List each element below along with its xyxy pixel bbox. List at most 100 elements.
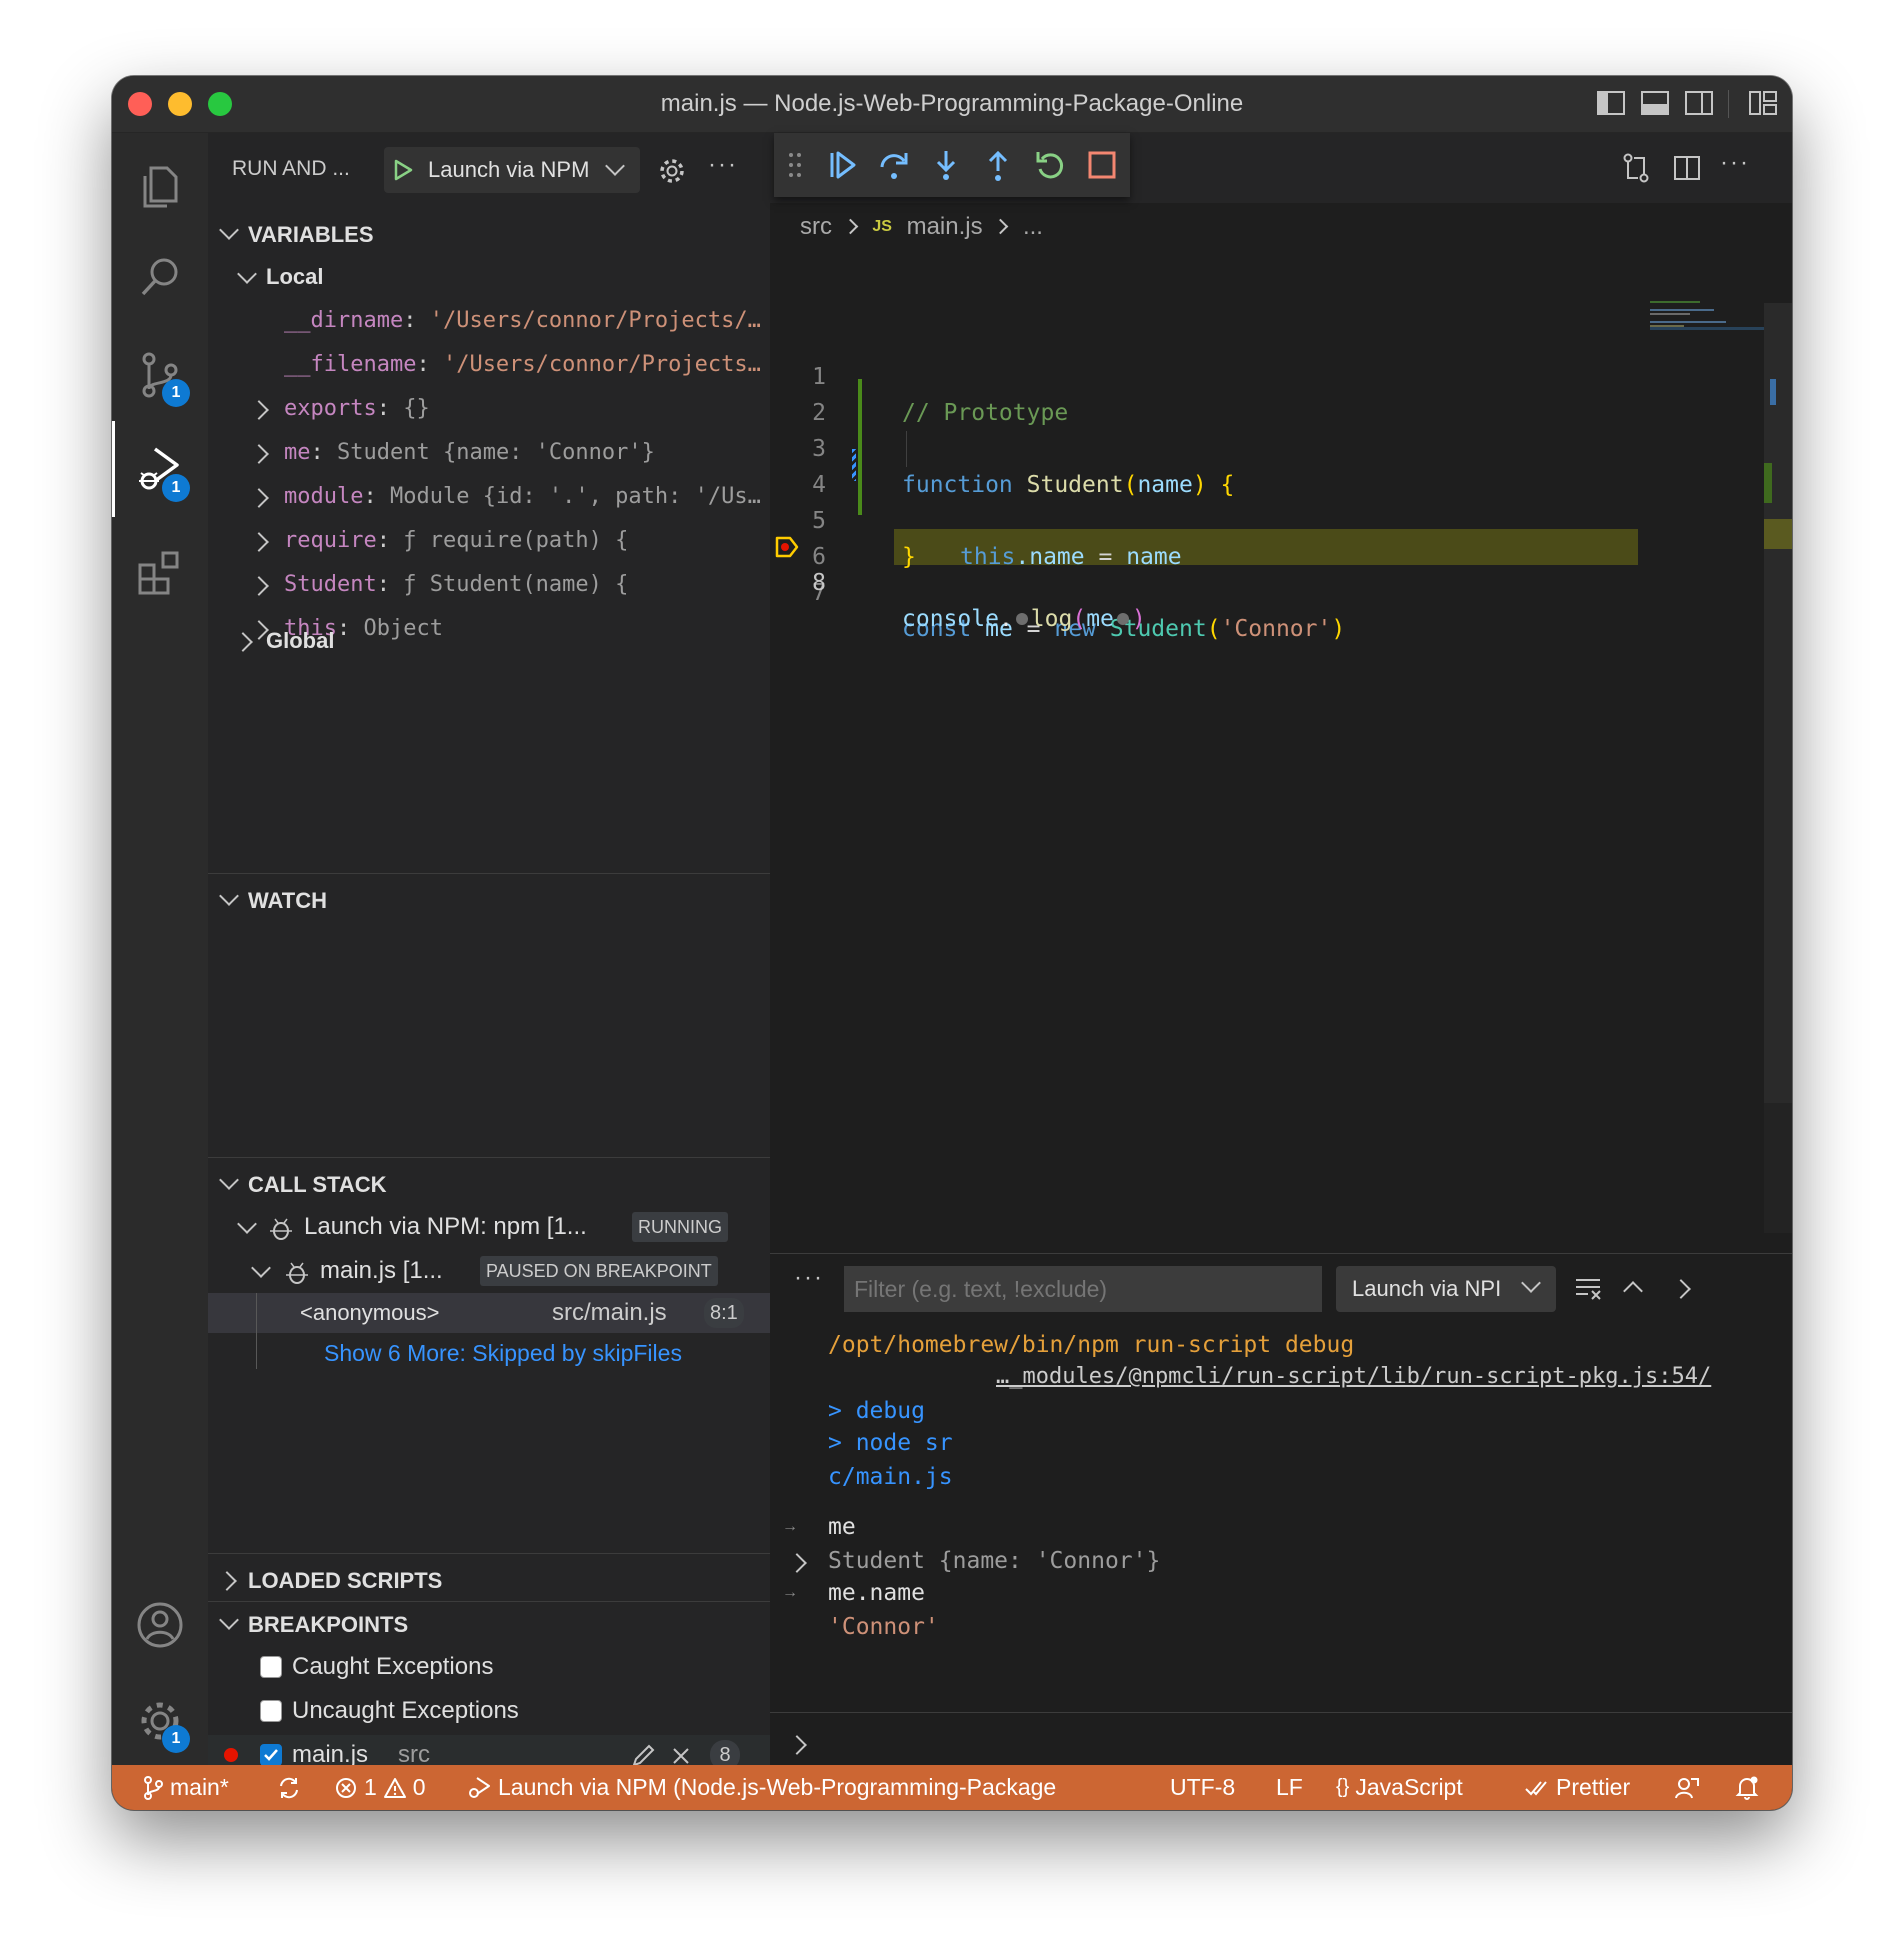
show-skipped-frames-link[interactable]: Show 6 More: Skipped by skipFiles xyxy=(324,1333,682,1373)
breakpoint-enabled-checkbox[interactable] xyxy=(260,1744,282,1766)
toggle-secondary-sidebar-icon[interactable] xyxy=(1684,90,1714,116)
skipped-frames-row[interactable]: Show 6 More: Skipped by skipFiles xyxy=(208,1333,770,1373)
more-panel-actions-icon[interactable] xyxy=(1671,1279,1691,1299)
editor-scrollbar[interactable] xyxy=(1764,303,1792,1233)
code-lines[interactable]: 1 // Prototype 2 3 function Student(name… xyxy=(770,133,1792,733)
thread-row[interactable]: main.js [1... PAUSED ON BREAKPOINT xyxy=(208,1251,770,1291)
clear-console-icon[interactable] xyxy=(1574,1276,1604,1302)
loaded-scripts-section-header[interactable]: LOADED SCRIPTS xyxy=(208,1559,770,1603)
stack-frame-file: src/main.js xyxy=(552,1299,667,1326)
run-and-debug-icon[interactable]: 1 xyxy=(128,438,192,502)
caught-exceptions-checkbox[interactable] xyxy=(260,1656,282,1678)
tree-guide xyxy=(256,1333,257,1369)
console-input-1: me xyxy=(828,1514,856,1540)
paren-token: ( xyxy=(1072,606,1087,632)
branch-status[interactable]: main* xyxy=(142,1765,229,1810)
stack-frame-name: <anonymous> xyxy=(300,1300,440,1325)
console-output-1[interactable]: Student {name: 'Connor'} xyxy=(828,1544,1160,1578)
eol-status[interactable]: LF xyxy=(1276,1765,1303,1810)
variable-separator: : xyxy=(416,352,443,377)
variable-value: '/Users/connor/Projects/… xyxy=(429,308,761,333)
scrollbar-thumb[interactable] xyxy=(1764,303,1792,1103)
toggle-primary-sidebar-icon[interactable] xyxy=(1596,90,1626,116)
debug-session-select[interactable]: Launch via NPI xyxy=(1336,1266,1556,1312)
stack-frame-row[interactable]: <anonymous> src/main.js 8:1 xyxy=(208,1293,770,1333)
manage-gear-icon[interactable]: 1 xyxy=(128,1689,192,1753)
console-input-2: me.name xyxy=(828,1580,925,1606)
divider xyxy=(208,873,770,874)
scope-global[interactable]: Global xyxy=(208,621,770,661)
scope-local[interactable]: Local xyxy=(208,257,770,297)
language-status[interactable]: {} JavaScript xyxy=(1336,1765,1463,1810)
launch-config-dropdown[interactable]: Launch via NPM xyxy=(384,147,640,193)
search-icon[interactable] xyxy=(128,245,192,309)
variable-row[interactable]: me: Student {name: 'Connor'} xyxy=(208,433,770,473)
variable-name: Student xyxy=(284,572,377,597)
maximize-panel-icon[interactable] xyxy=(1623,1281,1643,1301)
paren-token: ) xyxy=(1131,606,1146,632)
source-control-icon[interactable]: 1 xyxy=(128,343,192,407)
formatter-name: Prettier xyxy=(1556,1774,1631,1800)
console-source-link[interactable]: …_modules/@npmcli/run-script/lib/run-scr… xyxy=(996,1360,1711,1394)
customize-layout-icon[interactable] xyxy=(1748,90,1778,116)
titlebar-divider xyxy=(1728,90,1729,118)
chevron-down-icon xyxy=(219,1610,239,1630)
debug-session-row[interactable]: Launch via NPM: npm [1... RUNNING xyxy=(208,1207,770,1247)
caught-exceptions-row[interactable]: Caught Exceptions xyxy=(208,1647,770,1687)
panel-more-icon[interactable]: ··· xyxy=(794,1264,824,1292)
more-actions-icon[interactable]: ··· xyxy=(708,151,738,179)
console-repl-input[interactable] xyxy=(770,1714,1792,1766)
explorer-icon[interactable] xyxy=(128,155,192,219)
minimap[interactable] xyxy=(1650,301,1780,335)
notifications-bell-icon[interactable] xyxy=(1734,1775,1760,1801)
variable-row[interactable]: module: Module {id: '.', path: '/Us… xyxy=(208,477,770,517)
uncaught-exceptions-row[interactable]: Uncaught Exceptions xyxy=(208,1691,770,1731)
variable-name: module xyxy=(284,484,364,509)
variables-section-header[interactable]: VARIABLES xyxy=(208,213,770,257)
object-token: console xyxy=(902,606,999,632)
variable-separator: : xyxy=(363,484,390,509)
variable-name: __filename xyxy=(284,352,417,377)
extensions-icon[interactable] xyxy=(128,541,192,605)
variable-row[interactable]: require: ƒ require(path) { xyxy=(208,521,770,561)
breakpoints-title: BREAKPOINTS xyxy=(248,1612,409,1637)
debug-session-name: Launch via NPM (Node.js-Web-Programming-… xyxy=(498,1774,1057,1800)
expand-object-icon[interactable] xyxy=(787,1553,807,1573)
code-line-5: 5 } xyxy=(770,467,1792,570)
live-share-icon[interactable] xyxy=(1674,1775,1700,1801)
accounts-icon[interactable] xyxy=(128,1593,192,1657)
variable-row[interactable]: __filename: '/Users/connor/Projects… xyxy=(208,345,770,385)
chevron-right-icon xyxy=(249,444,269,464)
inline-breakpoint-dot-icon[interactable] xyxy=(1015,613,1028,625)
debug-session-status[interactable]: Launch via NPM (Node.js-Web-Programming-… xyxy=(466,1765,1056,1810)
call-stack-section-header[interactable]: CALL STACK xyxy=(208,1163,770,1207)
open-launch-json-gear-icon[interactable] xyxy=(658,157,686,185)
prettier-status[interactable]: Prettier xyxy=(1524,1765,1630,1810)
chevron-down-icon xyxy=(1521,1273,1541,1293)
inline-breakpoint-dot-icon[interactable] xyxy=(1116,613,1129,625)
editor-area: ··· src JS main.js ... 1 // Prototype 2 … xyxy=(770,133,1792,1253)
problems-status[interactable]: 1 0 xyxy=(334,1765,426,1810)
string-token: 'Connor' xyxy=(1220,616,1332,642)
remove-breakpoint-icon[interactable] xyxy=(670,1745,692,1767)
variable-row[interactable]: __dirname: '/Users/connor/Projects/… xyxy=(208,301,770,341)
encoding-status[interactable]: UTF-8 xyxy=(1170,1765,1235,1810)
variable-row[interactable]: exports: {} xyxy=(208,389,770,429)
console-output-node-cont: c/main.js xyxy=(828,1464,953,1490)
console-filter-input[interactable] xyxy=(844,1266,1322,1312)
uncaught-exceptions-checkbox[interactable] xyxy=(260,1700,282,1722)
stack-frame-position: 8:1 xyxy=(704,1298,744,1328)
watch-section-header[interactable]: WATCH xyxy=(208,879,770,923)
toggle-panel-icon[interactable] xyxy=(1640,90,1670,116)
code-line-1: 1 // Prototype xyxy=(770,323,1792,426)
code-line-2: 2 xyxy=(770,359,1792,426)
sync-icon[interactable] xyxy=(276,1775,302,1801)
debug-session-label: Launch via NPM: npm [1... xyxy=(304,1213,587,1240)
start-debugging-icon[interactable] xyxy=(392,159,414,181)
console-output-debug: > debug xyxy=(828,1398,925,1424)
error-icon xyxy=(336,1777,356,1798)
breakpoints-section-header[interactable]: BREAKPOINTS xyxy=(208,1603,770,1647)
variable-row[interactable]: Student: ƒ Student(name) { xyxy=(208,565,770,605)
variables-title: VARIABLES xyxy=(248,222,374,247)
chevron-right-icon xyxy=(233,632,253,652)
